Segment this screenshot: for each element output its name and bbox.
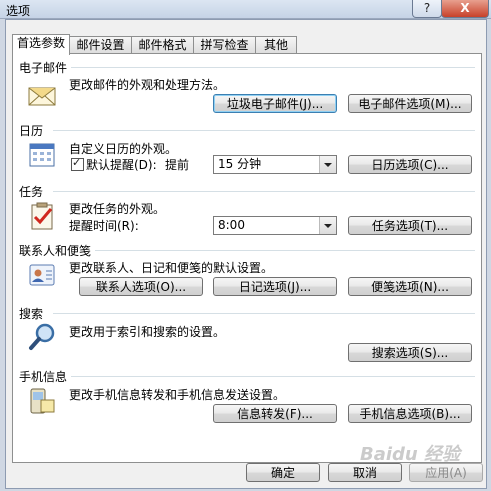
task-options-button[interactable]: 任务选项(T)...: [348, 216, 472, 235]
reminder-time-value: 15 分钟: [218, 157, 262, 171]
tab-other[interactable]: 其他: [255, 36, 297, 54]
mobile-description: 更改手机信息转发和手机信息发送设置。: [69, 388, 286, 402]
search-options-button[interactable]: 搜索选项(S)...: [348, 343, 472, 362]
task-reminder-time-select[interactable]: 8:00: [213, 216, 337, 235]
tasks-description: 更改任务的外观。: [69, 202, 166, 216]
tab-preferences[interactable]: 首选参数: [12, 34, 70, 55]
reminder-time-select[interactable]: 15 分钟: [213, 155, 337, 174]
options-dialog: 首选参数 邮件设置 邮件格式 拼写检查 其他 电子邮件 更改邮件的外观和处理方法…: [5, 19, 487, 489]
tab-mail-setup[interactable]: 邮件设置: [69, 36, 132, 54]
journal-options-button[interactable]: 日记选项(J)...: [213, 277, 337, 296]
mobile-phone-icon: [30, 388, 55, 414]
info-forward-button[interactable]: 信息转发(F)...: [213, 404, 337, 423]
task-reminder-time-value: 8:00: [218, 218, 245, 232]
advance-label: 提前: [165, 158, 190, 172]
chevron-down-icon[interactable]: [319, 217, 336, 234]
contact-card-icon: [29, 264, 55, 286]
section-title-contacts: 联系人和便笺: [19, 242, 96, 259]
close-button[interactable]: X: [441, 0, 489, 18]
section-title-search: 搜索: [19, 305, 48, 322]
separator: [53, 250, 475, 251]
ok-button[interactable]: 确定: [246, 463, 320, 482]
calendar-options-button[interactable]: 日历选项(C)...: [348, 155, 472, 174]
search-description: 更改用于索引和搜索的设置。: [69, 325, 226, 339]
search-icon: [29, 323, 55, 350]
preferences-panel: 电子邮件 更改邮件的外观和处理方法。 垃圾电子邮件(J)... 电子邮件选项(M…: [12, 53, 482, 463]
default-reminder-label: 默认提醒(D):: [86, 158, 157, 172]
tab-mail-format[interactable]: 邮件格式: [131, 36, 194, 54]
envelope-icon: [28, 87, 56, 106]
separator: [53, 191, 475, 192]
junk-email-button[interactable]: 垃圾电子邮件(J)...: [213, 94, 337, 113]
calendar-icon: [29, 143, 55, 167]
watermark: Baidu 经验: [360, 444, 461, 465]
section-title-mobile: 手机信息: [19, 368, 72, 385]
separator: [53, 130, 475, 131]
default-reminder-checkbox[interactable]: [71, 156, 84, 171]
tab-spelling[interactable]: 拼写检查: [193, 36, 256, 54]
section-title-email: 电子邮件: [19, 59, 72, 76]
separator: [53, 313, 475, 314]
title-bar: 选项 ? X: [0, 0, 491, 19]
reminder-time-label: 提醒时间(R):: [69, 219, 139, 233]
window-title: 选项: [6, 4, 31, 18]
notes-options-button[interactable]: 便笺选项(N)...: [348, 277, 472, 296]
help-button[interactable]: ?: [412, 0, 442, 18]
chevron-down-icon[interactable]: [319, 156, 336, 173]
task-clipboard-icon: [31, 202, 53, 230]
separator: [53, 67, 475, 68]
email-description: 更改邮件的外观和处理方法。: [69, 78, 226, 92]
section-title-tasks: 任务: [19, 183, 48, 200]
section-title-calendar: 日历: [19, 122, 48, 139]
mobile-options-button[interactable]: 手机信息选项(B)...: [348, 404, 472, 423]
contacts-description: 更改联系人、日记和便笺的默认设置。: [69, 261, 274, 275]
calendar-description: 自定义日历的外观。: [69, 142, 178, 156]
contact-options-button[interactable]: 联系人选项(O)...: [79, 277, 203, 296]
email-options-button[interactable]: 电子邮件选项(M)...: [348, 94, 472, 113]
separator: [53, 376, 475, 377]
